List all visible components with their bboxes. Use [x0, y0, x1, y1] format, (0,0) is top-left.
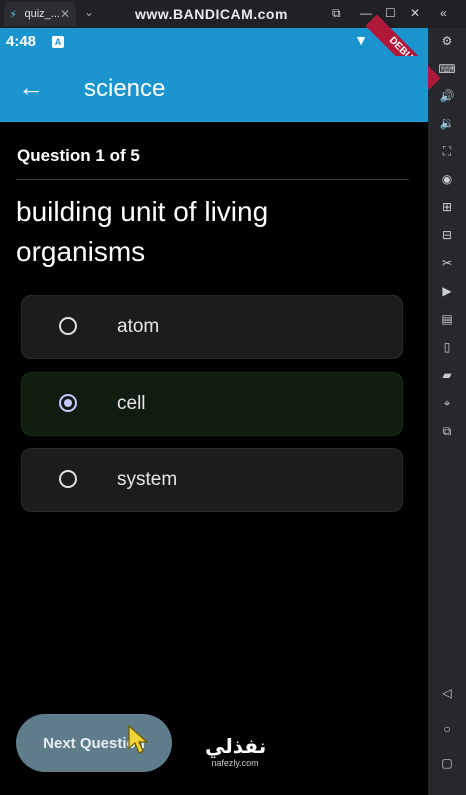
back-arrow-icon[interactable]: ← [18, 72, 44, 102]
bandicam-watermark: www.BANDICAM.com [135, 6, 288, 22]
radio-button-selected[interactable] [59, 394, 77, 412]
status-bar: 4:48 A ▼ DEBUG [0, 14, 441, 90]
emulator-titlebar: ⚡ quiz_... ✕ ⌄ www.BANDICAM.com ⧉ — ☐ ✕ … [0, 0, 466, 28]
cut-icon[interactable]: ✂ [428, 256, 466, 276]
option-atom[interactable]: atom [21, 295, 403, 359]
minimize-icon[interactable]: — [360, 6, 372, 20]
question-text: building unit of living organisms [16, 196, 269, 267]
collapse-sidebar-icon[interactable]: « [440, 6, 447, 20]
tab-title: quiz_... [24, 8, 60, 20]
maximize-icon[interactable]: ☐ [385, 6, 396, 20]
volume-down-icon[interactable]: 🔉 [428, 116, 466, 136]
divider [16, 179, 409, 180]
option-system[interactable]: system [21, 448, 403, 512]
multi-window-icon[interactable]: ⧉ [428, 424, 466, 444]
settings-icon[interactable]: ⚙ [428, 34, 466, 54]
nafezly-watermark: نفذلي nafezly.com [205, 736, 267, 768]
option-label: cell [117, 393, 146, 414]
option-label: atom [117, 316, 160, 337]
file-icon[interactable]: ▤ [428, 312, 466, 332]
location-icon[interactable]: ⌖ [428, 396, 466, 416]
radio-button[interactable] [59, 470, 77, 488]
clock: 4:48 [6, 33, 37, 50]
flutter-icon: ⚡ [9, 8, 18, 21]
volume-up-icon[interactable]: 🔊 [428, 89, 466, 109]
restore-window-icon[interactable]: ⧉ [332, 6, 341, 21]
option-label: system [117, 469, 178, 490]
mouse-cursor-icon [128, 724, 149, 754]
wifi-icon: ▼ [354, 32, 368, 48]
close-tab-icon[interactable]: ✕ [60, 7, 70, 21]
radio-button[interactable] [59, 317, 77, 335]
page-title: science [84, 75, 166, 102]
rotate-icon[interactable]: ▯ [428, 340, 466, 360]
gps-icon[interactable]: ◉ [428, 172, 466, 192]
recents-nav-icon[interactable]: ▢ [428, 756, 466, 776]
record-icon[interactable]: ▶ [428, 284, 466, 304]
nafezly-domain: nafezly.com [211, 758, 259, 768]
install-apk-icon[interactable]: ⊞ [428, 200, 466, 220]
close-window-icon[interactable]: ✕ [410, 6, 420, 20]
nafezly-arabic: نفذلي [205, 736, 267, 758]
home-nav-icon[interactable]: ○ [428, 722, 466, 742]
screenshot-icon[interactable]: ⛶ [428, 144, 466, 164]
shake-icon[interactable]: ⊟ [428, 228, 466, 248]
chevron-down-icon[interactable]: ⌄ [84, 5, 94, 19]
folder-icon[interactable]: ▰ [428, 368, 466, 388]
browser-tab[interactable]: ⚡ quiz_... ✕ [4, 2, 76, 26]
emulator-toolbar: ⚙ ⌨ 🔊 🔉 ⛶ ◉ ⊞ ⊟ ✂ ▶ ▤ ▯ ▰ ⌖ ⧉ ◁ ○ ▢ [427, 28, 466, 795]
question-progress: Question 1 of 5 [17, 146, 140, 165]
back-nav-icon[interactable]: ◁ [428, 686, 466, 706]
phone-screen: 4:48 A ▼ DEBUG ← science Question 1 of 5… [0, 14, 441, 795]
sim-icon: A [52, 36, 64, 48]
app-bar: ← science [0, 56, 428, 122]
option-cell[interactable]: cell [21, 372, 403, 436]
